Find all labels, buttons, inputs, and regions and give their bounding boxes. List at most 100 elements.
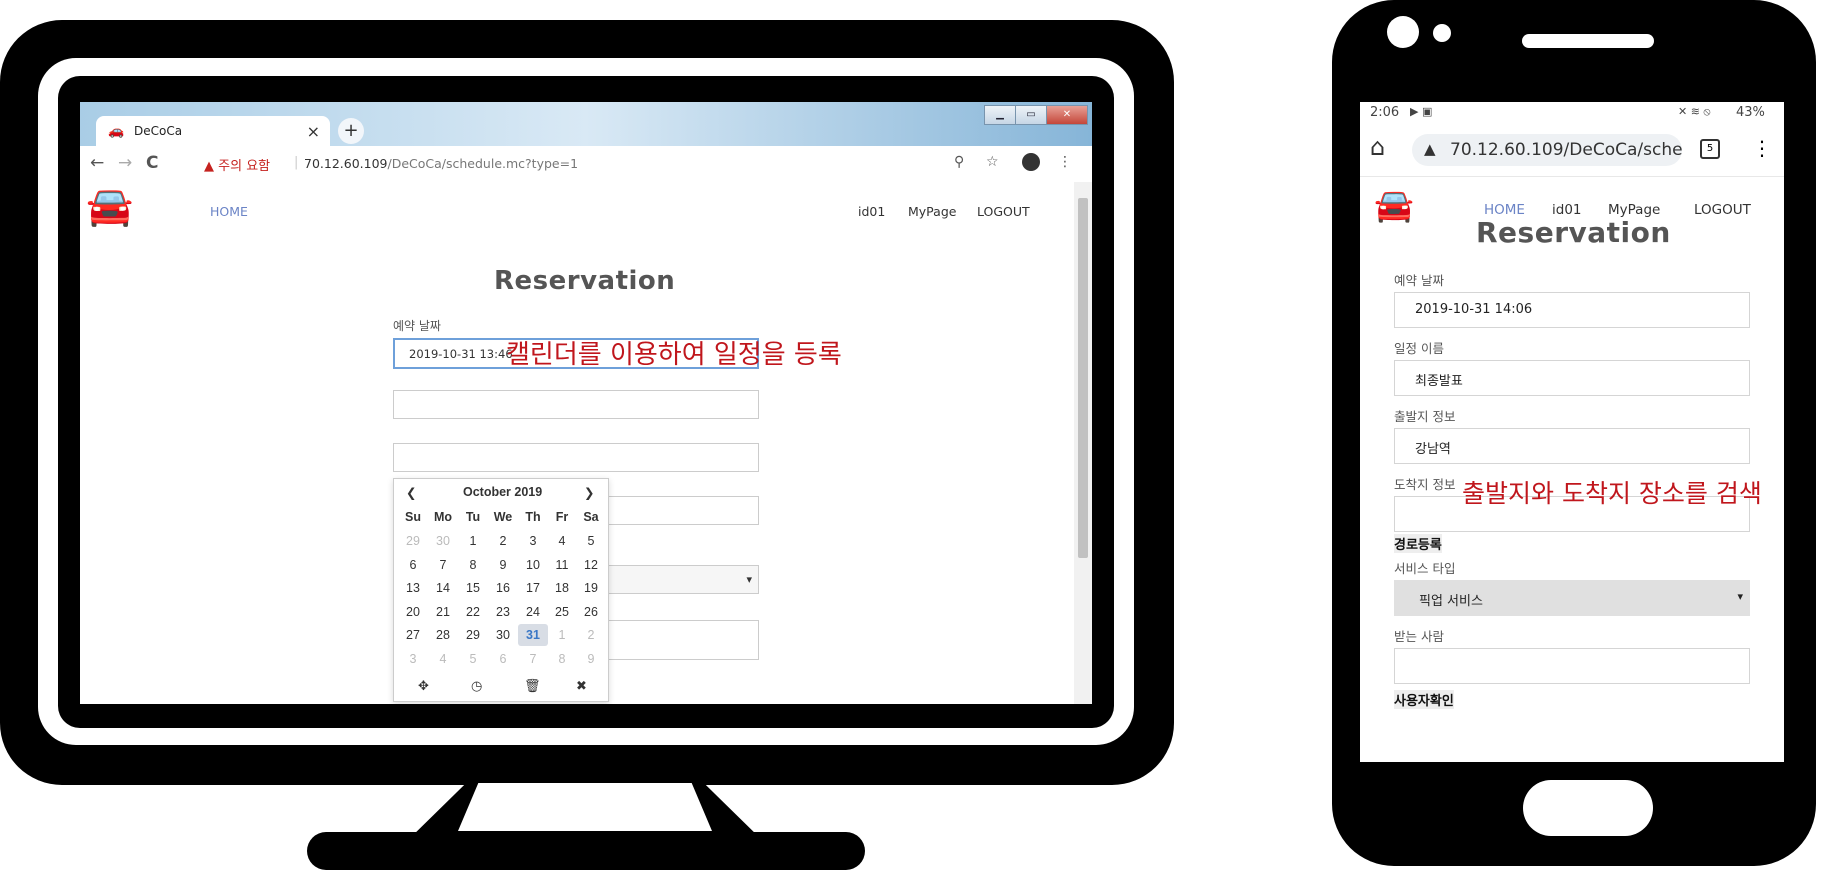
browser-menu-button[interactable]: ⋮ <box>1058 154 1072 170</box>
next-month-button[interactable]: ❯ <box>584 485 594 500</box>
weekday-header: Sa <box>583 510 599 524</box>
calendar-day[interactable]: 27 <box>398 624 428 646</box>
calendar-day[interactable]: 5 <box>458 648 488 670</box>
browser-tab[interactable]: 🚗 DeCoCa × <box>96 116 330 146</box>
calendar-day[interactable]: 7 <box>428 554 458 576</box>
weekday-header: Tu <box>465 510 481 524</box>
close-window-button[interactable]: ✕ <box>1046 105 1088 125</box>
date-input[interactable]: 2019-10-31 14:06 <box>1394 292 1750 328</box>
tab-close-button[interactable]: × <box>307 122 320 141</box>
home-icon[interactable]: ⌂ <box>1370 133 1385 161</box>
origin-input[interactable]: 강남역 <box>1394 428 1750 464</box>
car-logo-icon[interactable]: 🚘 <box>86 184 133 229</box>
calendar-day[interactable]: 21 <box>428 601 458 623</box>
page-title: Reservation <box>494 266 676 296</box>
maximize-button[interactable]: ▭ <box>1015 105 1047 125</box>
calendar-day[interactable]: 16 <box>488 577 518 599</box>
service-type-select[interactable]: 픽업 서비스 ▾ <box>1394 580 1750 616</box>
calendar-day[interactable]: 29 <box>458 624 488 646</box>
calendar-day[interactable]: 19 <box>576 577 606 599</box>
car-logo-icon[interactable]: 🚘 <box>1374 186 1414 224</box>
calendar-day[interactable]: 20 <box>398 601 428 623</box>
calendar-day[interactable]: 14 <box>428 577 458 599</box>
schedule-name-value: 최종발표 <box>1415 374 1463 389</box>
calendar-day[interactable]: 13 <box>398 577 428 599</box>
calendar-day[interactable]: 17 <box>518 577 548 599</box>
minimize-button[interactable]: ▁ <box>984 105 1016 125</box>
scrollbar-thumb[interactable] <box>1078 198 1088 558</box>
weekday-header: Th <box>525 510 541 524</box>
calendar-day[interactable]: 8 <box>458 554 488 576</box>
profile-avatar[interactable] <box>1022 153 1040 171</box>
close-icon[interactable]: ✖ <box>576 678 587 694</box>
security-warning[interactable]: ▲ 주의 요함 <box>204 155 270 174</box>
origin-input[interactable] <box>393 443 759 472</box>
calendar-day[interactable]: 29 <box>398 530 428 552</box>
security-warning-text: 주의 요함 <box>218 159 271 174</box>
calendar-day[interactable]: 25 <box>547 601 577 623</box>
calendar-day[interactable]: 2 <box>576 624 606 646</box>
user-confirm-button[interactable]: 사용자확인 <box>1394 690 1454 709</box>
nav-logout-link[interactable]: LOGOUT <box>1694 202 1751 218</box>
calendar-day[interactable]: 8 <box>547 648 577 670</box>
calendar-day[interactable]: 15 <box>458 577 488 599</box>
warning-triangle-icon: ▲ <box>1424 140 1436 158</box>
calendar-day[interactable]: 6 <box>488 648 518 670</box>
reload-button[interactable]: C <box>146 153 158 173</box>
calendar-day[interactable]: 11 <box>547 554 577 576</box>
calendar-day[interactable]: 6 <box>398 554 428 576</box>
calendar-day[interactable]: 31 <box>518 624 548 646</box>
tab-count-button[interactable]: 5 <box>1700 139 1720 159</box>
calendar-day[interactable]: 12 <box>576 554 606 576</box>
calendar-day[interactable]: 2 <box>488 530 518 552</box>
new-tab-button[interactable]: + <box>338 118 364 144</box>
route-register-button[interactable]: 경로등록 <box>1394 534 1442 553</box>
calendar-day[interactable]: 4 <box>428 648 458 670</box>
calendar-day[interactable]: 24 <box>518 601 548 623</box>
date-input-value: 2019-10-31 13:46 <box>409 347 513 361</box>
calendar-day[interactable]: 23 <box>488 601 518 623</box>
forward-button[interactable]: → <box>118 153 132 173</box>
mobile-menu-button[interactable]: ⋮ <box>1752 136 1772 160</box>
warning-triangle-icon: ▲ <box>204 159 214 174</box>
calendar-day[interactable]: 1 <box>458 530 488 552</box>
calendar-day[interactable]: 1 <box>547 624 577 646</box>
zoom-icon[interactable]: ⚲ <box>954 154 964 170</box>
calendar-day[interactable]: 30 <box>488 624 518 646</box>
back-button[interactable]: ← <box>90 153 104 173</box>
phone-home-button[interactable] <box>1523 780 1653 836</box>
url-input[interactable]: 70.12.60.109/DeCoCa/schedule.mc?type=1 <box>304 156 578 171</box>
calendar-day[interactable]: 3 <box>398 648 428 670</box>
calendar-day[interactable]: 22 <box>458 601 488 623</box>
mobile-browser-screen: 2:06 ▶ ▣ ✕ ≋ ⦸ 43% ⌂ ▲ 70.12.60.109/DeCo… <box>1360 102 1784 762</box>
nav-logout-link[interactable]: LOGOUT <box>977 204 1030 219</box>
bookmark-star-icon[interactable]: ☆ <box>986 154 999 170</box>
calendar-day[interactable]: 18 <box>547 577 577 599</box>
calendar-month-label[interactable]: October 2019 <box>463 485 542 499</box>
nav-user-link[interactable]: id01 <box>858 204 885 219</box>
calendar-day[interactable]: 26 <box>576 601 606 623</box>
clock-icon[interactable]: ◷ <box>471 678 482 694</box>
calendar-day[interactable]: 3 <box>518 530 548 552</box>
trash-icon[interactable]: 🗑 <box>524 678 541 694</box>
schedule-name-input[interactable]: 최종발표 <box>1394 360 1750 396</box>
receiver-input[interactable] <box>1394 648 1750 684</box>
calendar-day[interactable]: 9 <box>488 554 518 576</box>
calendar-day[interactable]: 30 <box>428 530 458 552</box>
move-icon[interactable]: ✥ <box>418 678 429 694</box>
prev-month-button[interactable]: ❮ <box>406 485 416 500</box>
calendar-day[interactable]: 10 <box>518 554 548 576</box>
calendar-day[interactable]: 7 <box>518 648 548 670</box>
desktop-browser-window: 🚗 DeCoCa × + ▁ ▭ ✕ ← → C ▲ 주의 요함 | 70.12… <box>80 102 1092 704</box>
calendar-day[interactable]: 4 <box>547 530 577 552</box>
calendar-day[interactable]: 5 <box>576 530 606 552</box>
service-type-label: 서비스 타입 <box>1394 561 1456 576</box>
schedule-name-input[interactable] <box>393 390 759 419</box>
calendar-day[interactable]: 9 <box>576 648 606 670</box>
nav-home-link[interactable]: HOME <box>210 204 248 219</box>
nav-mypage-link[interactable]: MyPage <box>908 204 956 219</box>
calendar-day[interactable]: 28 <box>428 624 458 646</box>
status-time: 2:06 <box>1370 105 1400 120</box>
mobile-url-input[interactable]: ▲ 70.12.60.109/DeCoCa/schedule.mc <box>1412 134 1682 166</box>
address-bar: ← → C ▲ 주의 요함 | 70.12.60.109/DeCoCa/sche… <box>80 146 1092 183</box>
